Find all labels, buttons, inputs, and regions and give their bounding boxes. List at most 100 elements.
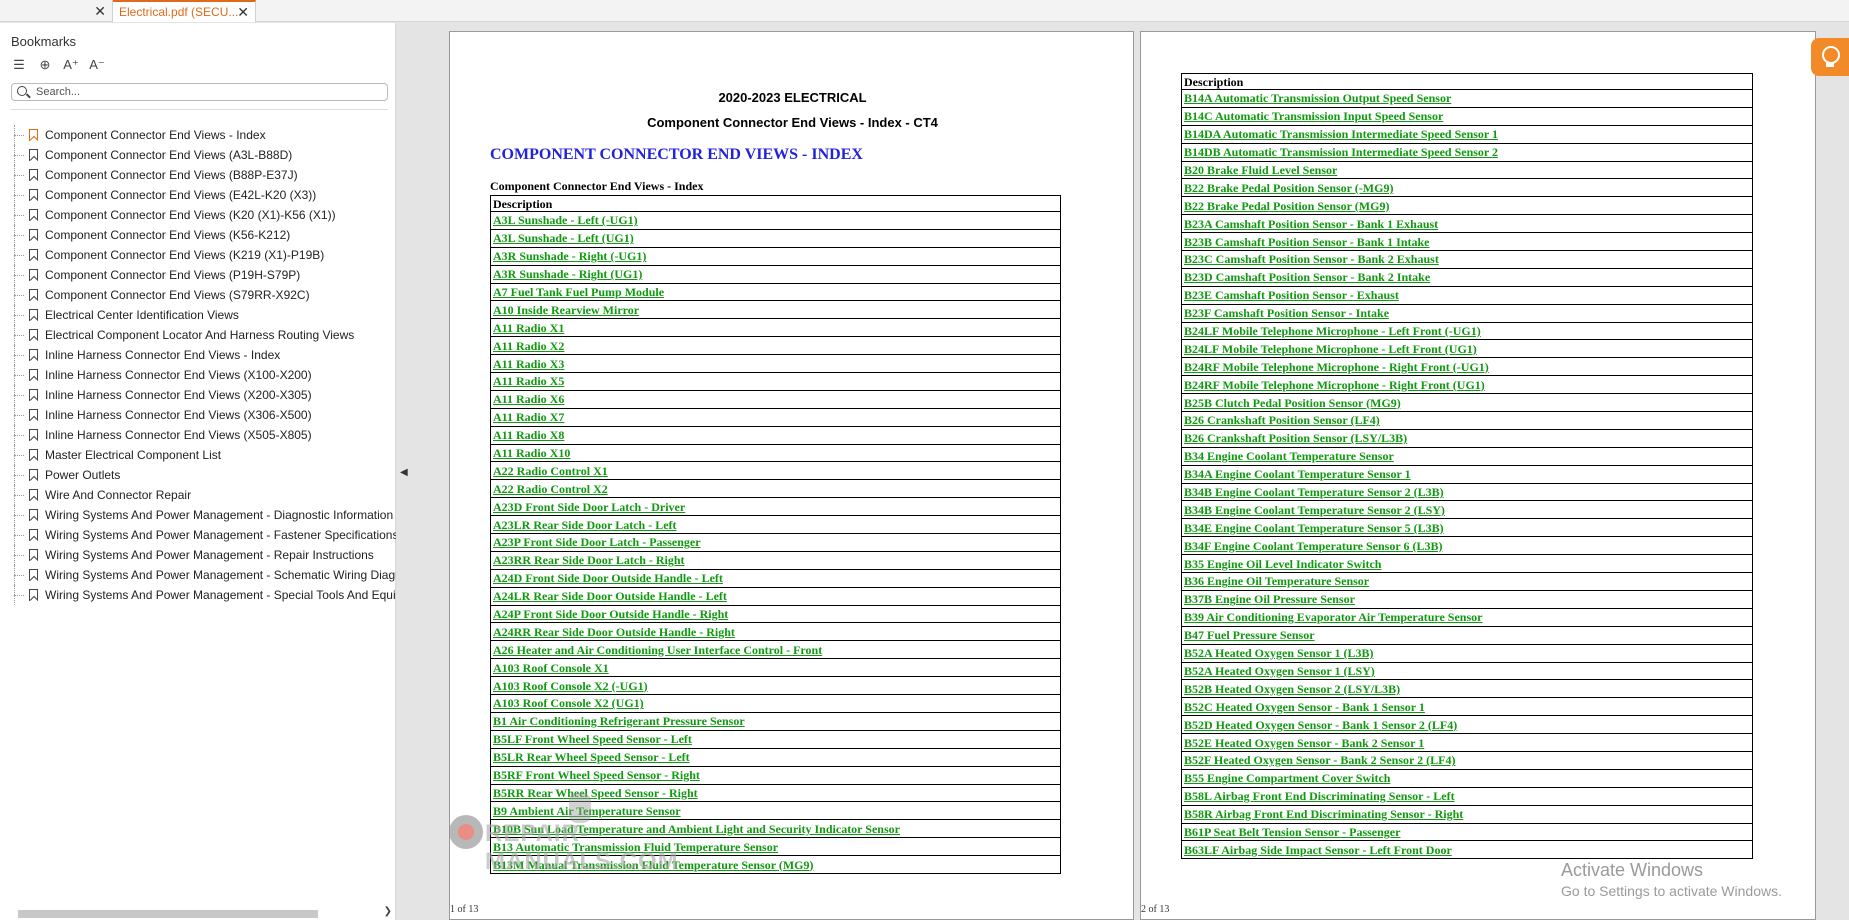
component-link[interactable]: A10 Inside Rearview Mirror: [493, 303, 639, 317]
bookmark-item[interactable]: Inline Harness Connector End Views (X306…: [14, 405, 396, 425]
tab-previous[interactable]: ✕: [0, 0, 113, 22]
component-link[interactable]: A3R Sunshade - Right (-UG1): [493, 249, 646, 263]
component-link[interactable]: B23D Camshaft Position Sensor - Bank 2 I…: [1184, 270, 1430, 284]
component-link[interactable]: B23C Camshaft Position Sensor - Bank 2 E…: [1184, 252, 1439, 266]
tab-electrical-pdf[interactable]: Electrical.pdf (SECU... ✕: [113, 0, 256, 22]
component-link[interactable]: B14A Automatic Transmission Output Speed…: [1184, 91, 1451, 105]
bookmark-item[interactable]: Wiring Systems And Power Management - Fa…: [14, 525, 396, 545]
component-link[interactable]: B5LF Front Wheel Speed Sensor - Left: [493, 732, 692, 746]
component-link[interactable]: B52C Heated Oxygen Sensor - Bank 1 Senso…: [1184, 700, 1425, 714]
component-link[interactable]: B14DA Automatic Transmission Intermediat…: [1184, 127, 1498, 141]
bookmark-item[interactable]: Master Electrical Component List: [14, 445, 396, 465]
component-link[interactable]: B34B Engine Coolant Temperature Sensor 2…: [1184, 485, 1444, 499]
bookmark-item[interactable]: Inline Harness Connector End Views - Ind…: [14, 345, 396, 365]
component-link[interactable]: B24RF Mobile Telephone Microphone - Righ…: [1184, 378, 1485, 392]
component-link[interactable]: B14DB Automatic Transmission Intermediat…: [1184, 145, 1498, 159]
component-link[interactable]: B52D Heated Oxygen Sensor - Bank 1 Senso…: [1184, 718, 1457, 732]
list-view-icon[interactable]: ☰: [11, 57, 27, 73]
component-link[interactable]: A22 Radio Control X1: [493, 464, 608, 478]
component-link[interactable]: B22 Brake Pedal Position Sensor (-MG9): [1184, 181, 1393, 195]
component-link[interactable]: B34E Engine Coolant Temperature Sensor 5…: [1184, 521, 1444, 535]
component-link[interactable]: B55 Engine Compartment Cover Switch: [1184, 771, 1390, 785]
component-link[interactable]: B34F Engine Coolant Temperature Sensor 6…: [1184, 539, 1442, 553]
close-icon[interactable]: ✕: [94, 0, 106, 22]
bookmark-item[interactable]: Component Connector End Views (S79RR-X92…: [14, 285, 396, 305]
component-link[interactable]: B23B Camshaft Position Sensor - Bank 1 I…: [1184, 235, 1429, 249]
component-link[interactable]: B5RR Rear Wheel Speed Sensor - Right: [493, 786, 698, 800]
component-link[interactable]: A11 Radio X8: [493, 428, 564, 442]
component-link[interactable]: A23RR Rear Side Door Latch - Right: [493, 553, 685, 567]
increase-font-icon[interactable]: A⁺: [63, 57, 79, 73]
component-link[interactable]: B35 Engine Oil Level Indicator Switch: [1184, 557, 1381, 571]
component-link[interactable]: A24LR Rear Side Door Outside Handle - Le…: [493, 589, 727, 603]
bookmark-item[interactable]: Component Connector End Views (B88P-E37J…: [14, 165, 396, 185]
component-link[interactable]: B26 Crankshaft Position Sensor (LSY/L3B): [1184, 431, 1407, 445]
bookmark-item[interactable]: Inline Harness Connector End Views (X100…: [14, 365, 396, 385]
component-link[interactable]: A24P Front Side Door Outside Handle - Ri…: [493, 607, 728, 621]
component-link[interactable]: B20 Brake Fluid Level Sensor: [1184, 163, 1337, 177]
component-link[interactable]: B14C Automatic Transmission Input Speed …: [1184, 109, 1443, 123]
component-link[interactable]: A26 Heater and Air Conditioning User Int…: [493, 643, 822, 657]
component-link[interactable]: B37B Engine Oil Pressure Sensor: [1184, 592, 1355, 606]
component-link[interactable]: A103 Roof Console X2 (UG1): [493, 696, 644, 710]
component-link[interactable]: A24RR Rear Side Door Outside Handle - Ri…: [493, 625, 735, 639]
component-link[interactable]: A23LR Rear Side Door Latch - Left: [493, 518, 677, 532]
component-link[interactable]: A11 Radio X6: [493, 392, 564, 406]
component-link[interactable]: A23P Front Side Door Latch - Passenger: [493, 535, 701, 549]
component-link[interactable]: B61P Seat Belt Tension Sensor - Passenge…: [1184, 825, 1400, 839]
component-link[interactable]: B36 Engine Oil Temperature Sensor: [1184, 574, 1369, 588]
close-icon[interactable]: ✕: [237, 2, 249, 22]
component-link[interactable]: B34A Engine Coolant Temperature Sensor 1: [1184, 467, 1411, 481]
bookmark-item[interactable]: Electrical Component Locator And Harness…: [14, 325, 396, 345]
bookmark-item[interactable]: Wiring Systems And Power Management - Re…: [14, 545, 396, 565]
component-link[interactable]: B52F Heated Oxygen Sensor - Bank 2 Senso…: [1184, 753, 1455, 767]
bookmark-item[interactable]: Component Connector End Views (K20 (X1)-…: [14, 205, 396, 225]
component-link[interactable]: A103 Roof Console X2 (-UG1): [493, 679, 648, 693]
component-link[interactable]: B58L Airbag Front End Discriminating Sen…: [1184, 789, 1455, 803]
horizontal-scrollbar[interactable]: ❯: [14, 906, 394, 918]
component-link[interactable]: B34B Engine Coolant Temperature Sensor 2…: [1184, 503, 1445, 517]
component-link[interactable]: B22 Brake Pedal Position Sensor (MG9): [1184, 199, 1389, 213]
component-link[interactable]: A103 Roof Console X1: [493, 661, 609, 675]
bookmark-item[interactable]: Power Outlets: [14, 465, 396, 485]
component-link[interactable]: B23A Camshaft Position Sensor - Bank 1 E…: [1184, 217, 1438, 231]
bookmark-item[interactable]: Component Connector End Views - Index: [14, 125, 396, 145]
bookmark-item[interactable]: Component Connector End Views (K219 (X1)…: [14, 245, 396, 265]
component-link[interactable]: B26 Crankshaft Position Sensor (LF4): [1184, 413, 1380, 427]
bookmark-item[interactable]: Wire And Connector Repair: [14, 485, 396, 505]
component-link[interactable]: B52A Heated Oxygen Sensor 1 (LSY): [1184, 664, 1375, 678]
component-link[interactable]: B47 Fuel Pressure Sensor: [1184, 628, 1315, 642]
component-link[interactable]: B39 Air Conditioning Evaporator Air Temp…: [1184, 610, 1482, 624]
component-link[interactable]: B52E Heated Oxygen Sensor - Bank 2 Senso…: [1184, 736, 1424, 750]
component-link[interactable]: B52B Heated Oxygen Sensor 2 (LSY/L3B): [1184, 682, 1400, 696]
component-link[interactable]: A23D Front Side Door Latch - Driver: [493, 500, 685, 514]
component-link[interactable]: A3L Sunshade - Left (UG1): [493, 231, 634, 245]
component-link[interactable]: A24D Front Side Door Outside Handle - Le…: [493, 571, 723, 585]
decrease-font-icon[interactable]: A⁻: [89, 57, 105, 73]
add-bookmark-icon[interactable]: ⊕: [37, 57, 53, 73]
component-link[interactable]: A11 Radio X2: [493, 339, 564, 353]
bookmark-item[interactable]: Inline Harness Connector End Views (X505…: [14, 425, 396, 445]
scroll-right-icon[interactable]: ❯: [384, 906, 392, 917]
bookmark-item[interactable]: Wiring Systems And Power Management - Sc…: [14, 565, 396, 585]
vertical-scroll-area[interactable]: [1823, 22, 1849, 920]
component-link[interactable]: B23E Camshaft Position Sensor - Exhaust: [1184, 288, 1399, 302]
bookmark-item[interactable]: Component Connector End Views (E42L-K20 …: [14, 185, 396, 205]
component-link[interactable]: B24LF Mobile Telephone Microphone - Left…: [1184, 342, 1477, 356]
scrollbar-thumb[interactable]: [18, 910, 318, 918]
component-link[interactable]: B5LR Rear Wheel Speed Sensor - Left: [493, 750, 690, 764]
component-link[interactable]: A11 Radio X5: [493, 374, 564, 388]
bookmark-search-input[interactable]: Search...: [11, 83, 388, 101]
bookmark-item[interactable]: Component Connector End Views (K56-K212): [14, 225, 396, 245]
component-link[interactable]: A22 Radio Control X2: [493, 482, 608, 496]
bookmark-item[interactable]: Wiring Systems And Power Management - Sp…: [14, 585, 396, 605]
component-link[interactable]: A7 Fuel Tank Fuel Pump Module: [493, 285, 664, 299]
collapse-panel-icon[interactable]: ◀: [400, 467, 408, 478]
lightbulb-icon[interactable]: [1811, 38, 1849, 76]
component-link[interactable]: B52A Heated Oxygen Sensor 1 (L3B): [1184, 646, 1373, 660]
component-link[interactable]: B23F Camshaft Position Sensor - Intake: [1184, 306, 1389, 320]
bookmark-item[interactable]: Component Connector End Views (A3L-B88D): [14, 145, 396, 165]
component-link[interactable]: B25B Clutch Pedal Position Sensor (MG9): [1184, 396, 1401, 410]
component-link[interactable]: B58R Airbag Front End Discriminating Sen…: [1184, 807, 1463, 821]
component-link[interactable]: B1 Air Conditioning Refrigerant Pressure…: [493, 714, 745, 728]
